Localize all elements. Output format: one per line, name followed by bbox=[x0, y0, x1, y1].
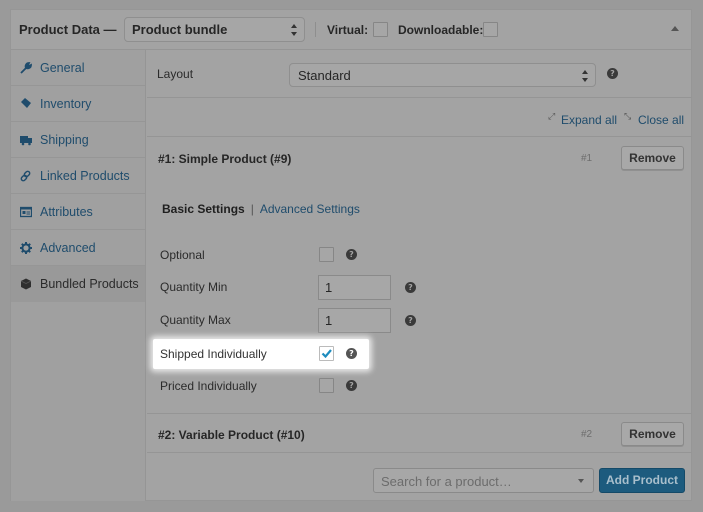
priced-individually-checkbox[interactable] bbox=[319, 378, 334, 393]
remove-button[interactable]: Remove bbox=[621, 146, 684, 170]
sidebar-item-label: Advanced bbox=[40, 240, 96, 255]
sidebar-item-label: Inventory bbox=[40, 96, 92, 111]
quantity-max-value: 1 bbox=[325, 313, 333, 328]
wrench-icon bbox=[20, 61, 32, 74]
sidebar-item-general[interactable]: General bbox=[11, 50, 145, 86]
bundled-item-number: #2 bbox=[581, 429, 593, 440]
expand-all-link[interactable]: Expand all bbox=[561, 113, 617, 127]
chevron-down-icon bbox=[578, 479, 584, 483]
bundled-item-settings-tabs: Basic Settings | Advanced Settings bbox=[162, 202, 360, 216]
downloadable-checkbox[interactable] bbox=[483, 22, 498, 37]
help-icon[interactable]: ? bbox=[405, 315, 416, 326]
help-icon[interactable]: ? bbox=[607, 68, 618, 79]
checkmark-icon bbox=[321, 349, 332, 359]
layout-row: Layout Standard ? bbox=[147, 50, 692, 98]
quantity-max-input[interactable]: 1 bbox=[318, 308, 391, 333]
optional-label: Optional bbox=[160, 248, 205, 262]
product-data-title: Product Data — bbox=[19, 22, 117, 37]
quantity-min-input[interactable]: 1 bbox=[318, 275, 391, 300]
expand-arrows-icon: ⤢ bbox=[548, 112, 556, 122]
sidebar-item-shipping[interactable]: Shipping bbox=[11, 122, 145, 158]
close-all-link[interactable]: Close all bbox=[638, 113, 684, 127]
virtual-label: Virtual: bbox=[327, 23, 369, 37]
sidebar-item-advanced[interactable]: Advanced bbox=[11, 230, 145, 266]
truck-icon bbox=[20, 134, 32, 146]
layout-value: Standard bbox=[298, 68, 351, 83]
tab-basic-settings[interactable]: Basic Settings bbox=[162, 202, 245, 216]
quantity-min-value: 1 bbox=[325, 280, 333, 295]
shipped-individually-highlight: Shipped Individually ? bbox=[153, 339, 369, 369]
sidebar-item-label: Linked Products bbox=[40, 168, 130, 183]
product-type-select[interactable]: Product bundle bbox=[124, 17, 305, 42]
bundled-products-panel: Layout Standard ? ⤢ Expand all ⤡ Close a… bbox=[147, 50, 692, 501]
gear-icon bbox=[20, 241, 32, 254]
tab-separator: | bbox=[250, 202, 254, 216]
help-icon[interactable]: ? bbox=[346, 348, 357, 359]
bundled-item-header[interactable]: #2: Variable Product (#10) #2 Remove bbox=[147, 413, 692, 453]
triangle-up-icon[interactable] bbox=[671, 26, 679, 31]
product-search-placeholder: Search for a product… bbox=[381, 474, 512, 489]
add-product-button[interactable]: Add Product bbox=[599, 468, 685, 493]
downloadable-label: Downloadable: bbox=[398, 23, 484, 37]
sidebar-item-label: Bundled Products bbox=[40, 277, 139, 291]
product-type-value: Product bundle bbox=[132, 22, 228, 37]
link-icon bbox=[20, 170, 32, 182]
quantity-max-label: Quantity Max bbox=[160, 313, 231, 327]
quantity-min-label: Quantity Min bbox=[160, 280, 228, 294]
sidebar-item-attributes[interactable]: Attributes bbox=[11, 194, 145, 230]
bundled-item-title: #1: Simple Product (#9) bbox=[158, 152, 292, 166]
bundled-item-number: #1 bbox=[581, 153, 593, 164]
help-icon[interactable]: ? bbox=[405, 282, 416, 293]
help-icon[interactable]: ? bbox=[346, 380, 357, 391]
shipped-individually-checkbox[interactable] bbox=[319, 346, 334, 361]
sidebar-item-inventory[interactable]: Inventory bbox=[11, 86, 145, 122]
help-icon[interactable]: ? bbox=[346, 249, 357, 260]
box-icon bbox=[20, 278, 32, 290]
layout-select[interactable]: Standard bbox=[289, 63, 596, 87]
layout-label: Layout bbox=[157, 67, 194, 81]
sidebar-item-label: Attributes bbox=[40, 204, 93, 219]
remove-button[interactable]: Remove bbox=[621, 422, 684, 446]
optional-checkbox[interactable] bbox=[319, 247, 334, 262]
select-arrows-icon bbox=[291, 24, 298, 36]
tab-advanced-settings[interactable]: Advanced Settings bbox=[260, 202, 360, 216]
product-data-header: Product Data — Product bundle Virtual: D… bbox=[11, 10, 691, 50]
priced-individually-label: Priced Individually bbox=[160, 379, 257, 393]
bundled-item-header[interactable]: #1: Simple Product (#9) #1 Remove bbox=[147, 138, 692, 178]
bundled-item-title: #2: Variable Product (#10) bbox=[158, 428, 305, 442]
virtual-checkbox[interactable] bbox=[373, 22, 388, 37]
product-search-select[interactable]: Search for a product… bbox=[373, 468, 594, 493]
sidebar-item-label: Shipping bbox=[40, 132, 89, 147]
product-data-panel: Product Data — Product bundle Virtual: D… bbox=[10, 9, 692, 501]
header-divider bbox=[315, 22, 316, 37]
expand-close-row: ⤢ Expand all ⤡ Close all bbox=[147, 98, 692, 137]
sidebar-item-label: General bbox=[40, 60, 85, 75]
sidebar-item-linked-products[interactable]: Linked Products bbox=[11, 158, 145, 194]
sidebar-item-bundled-products[interactable]: Bundled Products bbox=[11, 266, 145, 302]
collapse-arrows-icon: ⤡ bbox=[624, 112, 632, 122]
select-arrows-icon bbox=[582, 70, 589, 82]
shipped-individually-label: Shipped Individually bbox=[160, 347, 267, 361]
product-data-tabs: General Inventory Shipping Linked Produc… bbox=[11, 50, 146, 501]
list-card-icon bbox=[20, 206, 32, 218]
tag-icon bbox=[20, 97, 32, 110]
